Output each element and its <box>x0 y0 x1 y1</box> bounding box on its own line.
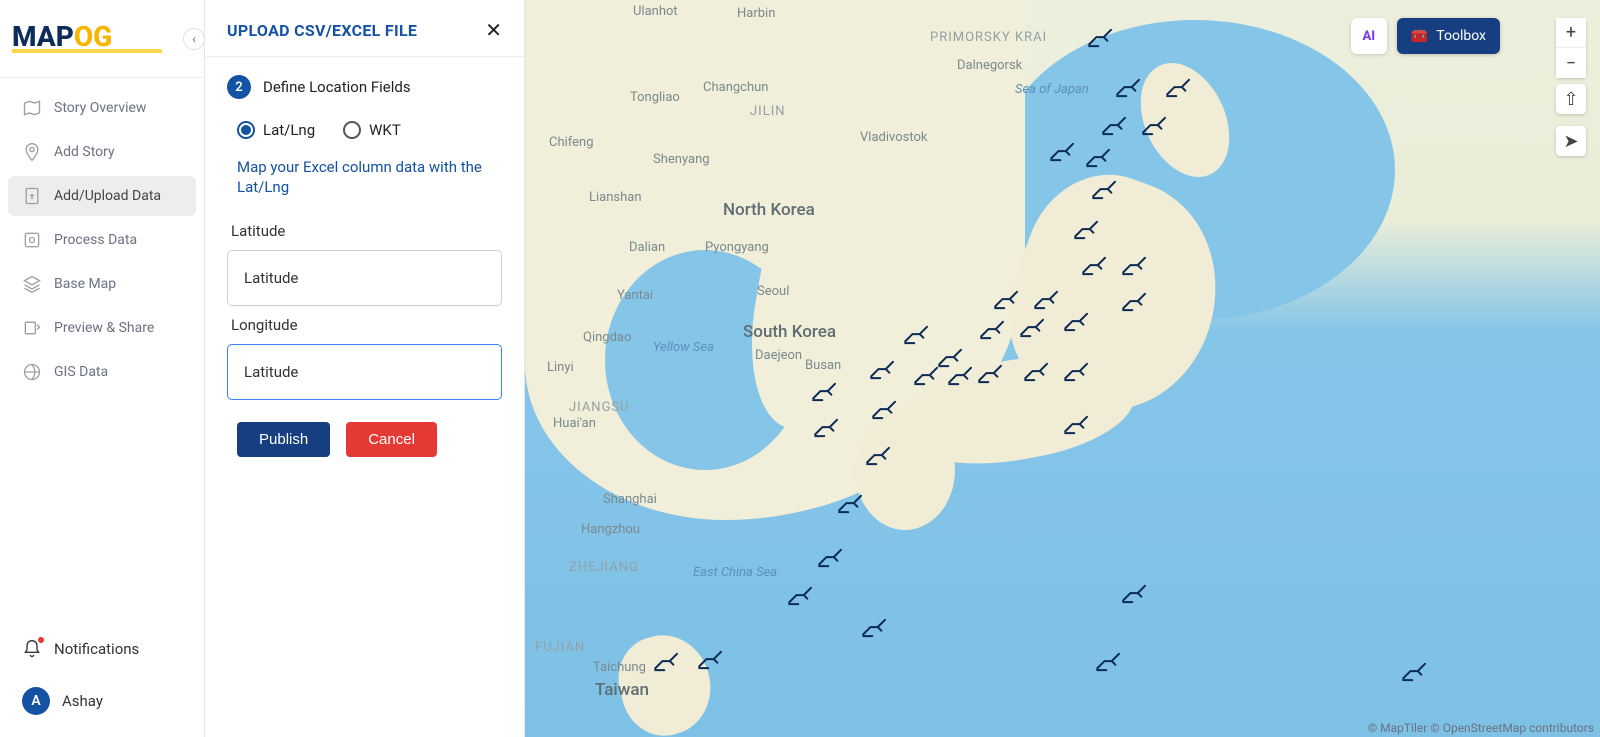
sidebar: MAPOG ‹ Story Overview Add Story Add/Upl… <box>0 0 205 737</box>
sidebar-item-story-overview[interactable]: Story Overview <box>8 88 196 128</box>
toolbox-icon: 🧰 <box>1411 28 1428 44</box>
notifications-label: Notifications <box>54 640 139 658</box>
panel-header: UPLOAD CSV/EXCEL FILE ✕ <box>205 0 524 57</box>
notifications-button[interactable]: Notifications <box>8 629 196 669</box>
publish-button[interactable]: Publish <box>237 422 330 457</box>
map-label: East China Sea <box>693 565 777 580</box>
locate-icon: ➤ <box>1563 131 1578 152</box>
longitude-label: Longitude <box>231 316 498 334</box>
sidebar-item-process-data[interactable]: Process Data <box>8 220 196 260</box>
ai-button[interactable]: AI <box>1351 18 1387 54</box>
airport-marker-icon <box>1095 652 1123 672</box>
panel-title: UPLOAD CSV/EXCEL FILE <box>227 21 417 40</box>
plus-icon: + <box>1566 22 1576 43</box>
sidebar-item-label: Base Map <box>54 276 116 292</box>
logo-part-og: OG <box>74 20 112 53</box>
sidebar-item-label: Story Overview <box>54 100 146 116</box>
hint-text: Map your Excel column data with the Lat/… <box>227 157 502 212</box>
upload-panel: UPLOAD CSV/EXCEL FILE ✕ 2 Define Locatio… <box>205 0 525 737</box>
radio-wkt[interactable]: WKT <box>343 121 401 139</box>
longitude-select[interactable]: Latitude <box>227 344 502 400</box>
sidebar-item-add-story[interactable]: Add Story <box>8 132 196 172</box>
map-label: ZHEJIANG <box>569 560 639 575</box>
sidebar-item-label: Add/Upload Data <box>54 188 161 204</box>
layers-icon <box>22 274 42 294</box>
minus-icon: − <box>1566 53 1576 74</box>
sidebar-footer: Notifications A Ashay <box>0 617 204 737</box>
map-zoom-controls: + − ⇧ ➤ <box>1556 18 1586 156</box>
pin-plus-icon <box>22 142 42 162</box>
logo: MAPOG ‹ <box>0 0 204 78</box>
button-row: Publish Cancel <box>227 408 502 457</box>
notification-dot <box>38 637 44 643</box>
map-label: Hangzhou <box>581 522 640 537</box>
zoom-out-button[interactable]: − <box>1556 48 1586 78</box>
airport-marker-icon <box>817 548 845 568</box>
toolbox-button[interactable]: 🧰 Toolbox <box>1397 18 1500 54</box>
radio-unchecked-icon <box>343 121 361 139</box>
upload-file-icon <box>22 186 42 206</box>
sidebar-item-label: Process Data <box>54 232 137 248</box>
sidebar-item-base-map[interactable]: Base Map <box>8 264 196 304</box>
gear-box-icon <box>22 230 42 250</box>
top-controls: AI 🧰 Toolbox <box>1351 18 1500 54</box>
user-profile[interactable]: A Ashay <box>8 677 196 725</box>
sidebar-item-add-upload-data[interactable]: Add/Upload Data <box>8 176 196 216</box>
step-number-badge: 2 <box>227 75 251 99</box>
sidebar-item-preview-share[interactable]: Preview & Share <box>8 308 196 348</box>
avatar: A <box>22 687 50 715</box>
airport-marker-icon <box>1401 662 1429 682</box>
map-icon <box>22 98 42 118</box>
bell-icon <box>22 639 42 659</box>
compass-icon: ⇧ <box>1563 89 1578 110</box>
sidebar-item-label: GIS Data <box>54 364 108 380</box>
sidebar-collapse-button[interactable]: ‹ <box>183 28 205 50</box>
radio-latlng[interactable]: Lat/Lng <box>237 121 315 139</box>
wizard-step: 2 Define Location Fields <box>227 75 502 99</box>
sidebar-nav: Story Overview Add Story Add/Upload Data… <box>0 78 204 617</box>
latitude-label: Latitude <box>231 222 498 240</box>
panel-body: 2 Define Location Fields Lat/Lng WKT Map… <box>205 57 524 475</box>
chevron-left-icon: ‹ <box>192 32 196 46</box>
select-value: Latitude <box>244 363 298 381</box>
close-button[interactable]: ✕ <box>485 18 502 42</box>
step-label: Define Location Fields <box>263 78 411 96</box>
select-value: Latitude <box>244 269 298 287</box>
locate-button[interactable]: ➤ <box>1556 126 1586 156</box>
sidebar-item-gis-data[interactable]: GIS Data <box>8 352 196 392</box>
radio-label: WKT <box>369 121 401 139</box>
zoom-in-button[interactable]: + <box>1556 18 1586 48</box>
globe-pin-icon <box>22 362 42 382</box>
airport-marker-icon <box>787 586 815 606</box>
cancel-button[interactable]: Cancel <box>346 422 437 457</box>
sidebar-item-label: Preview & Share <box>54 320 154 336</box>
share-icon <box>22 318 42 338</box>
toolbox-label: Toolbox <box>1436 28 1486 44</box>
radio-checked-icon <box>237 121 255 139</box>
map-label: FUJIAN <box>535 640 585 655</box>
location-type-radios: Lat/Lng WKT <box>227 121 502 139</box>
logo-part-map: MAP <box>12 20 74 53</box>
latitude-select[interactable]: Latitude <box>227 250 502 306</box>
map-attribution: © MapTiler © OpenStreetMap contributors <box>1368 721 1594 735</box>
user-name: Ashay <box>62 692 103 710</box>
radio-label: Lat/Lng <box>263 121 315 139</box>
compass-button[interactable]: ⇧ <box>1556 84 1586 114</box>
close-icon: ✕ <box>485 18 502 42</box>
airport-marker-icon <box>1121 584 1149 604</box>
sidebar-item-label: Add Story <box>54 144 115 160</box>
ai-sparkle-icon: AI <box>1363 29 1376 44</box>
airport-marker-icon <box>861 618 889 638</box>
map-canvas[interactable]: Ulanhot Harbin PRIMORSKY KRAI Changchun … <box>525 0 1600 737</box>
